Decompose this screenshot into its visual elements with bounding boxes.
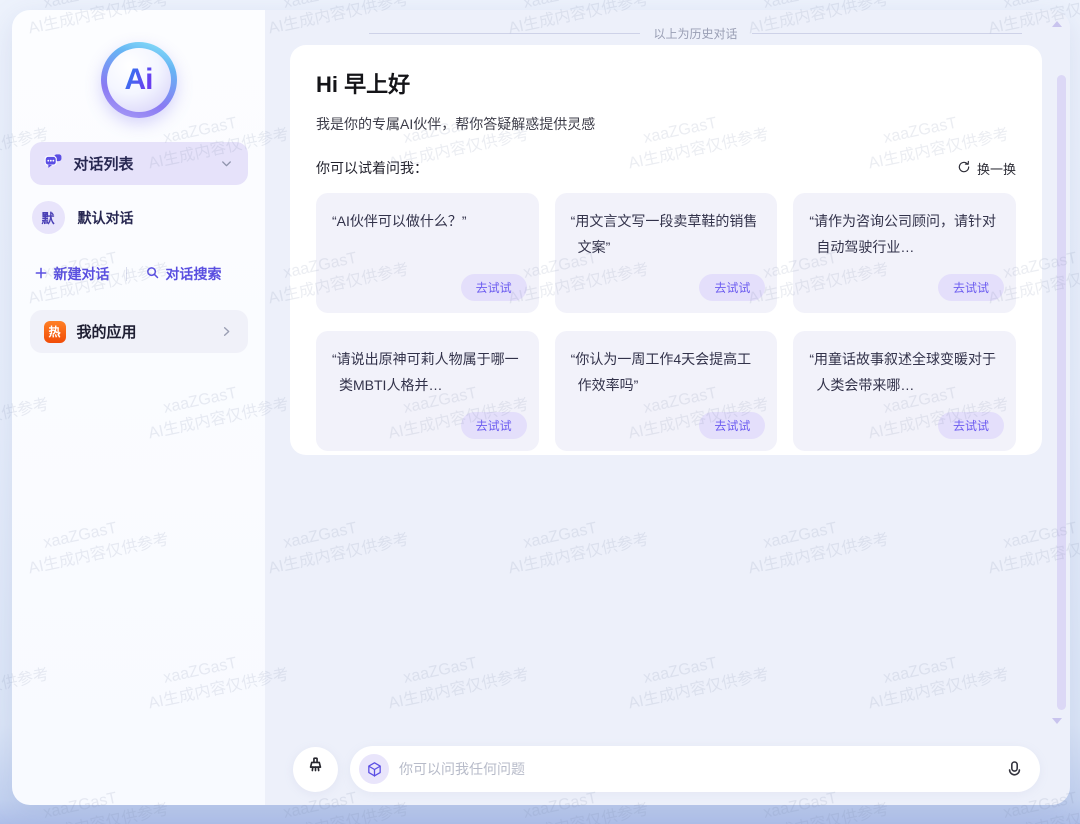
clear-conversation-button[interactable] [293,747,338,792]
prompt-label: 你可以试着问我： [316,158,428,178]
try-it-button[interactable]: 去试试 [461,274,527,301]
broom-icon [305,756,326,782]
app-logo: Ai [101,42,177,118]
chat-bubble-icon [44,152,63,176]
suggestion-grid: “AI伙伴可以做什么？” 去试试 “用文言文写一段卖草鞋的销售文案” 去试试 “… [316,193,1016,451]
suggestion-card[interactable]: “你认为一周工作4天会提高工作效率吗” 去试试 [555,331,778,451]
input-bar [293,746,1040,792]
history-divider-label: 以上为历史对话 [654,25,738,42]
plus-icon [34,266,48,283]
new-conversation-button[interactable]: 新建对话 [34,264,110,284]
history-divider: 以上为历史对话 [369,25,1022,42]
suggestion-card[interactable]: “AI伙伴可以做什么？” 去试试 [316,193,539,313]
sidebar: Ai 对话列表 默 默认对话 [12,10,265,805]
try-it-button[interactable]: 去试试 [461,412,527,439]
scrollbar-thumb[interactable] [1057,75,1066,710]
suggestion-card[interactable]: “用童话故事叙述全球变暖对于人类会带来哪… 去试试 [793,331,1016,451]
try-it-button[interactable]: 去试试 [938,412,1004,439]
greeting-title: Hi 早上好 [316,67,1016,99]
my-apps-label: 我的应用 [77,321,137,342]
app-window: Ai 对话列表 默 默认对话 [12,10,1070,805]
prompt-row: 你可以试着问我： 换一换 [316,158,1016,178]
message-input-container [350,746,1040,792]
conversation-search-button[interactable]: 对话搜索 [145,264,222,284]
message-input[interactable] [399,761,995,777]
refresh-icon [957,160,971,177]
sidebar-item-default-conversation[interactable]: 默 默认对话 [30,201,248,234]
suggestion-card[interactable]: “用文言文写一段卖草鞋的销售文案” 去试试 [555,193,778,313]
scroll-down-arrow[interactable] [1052,718,1062,724]
chevron-down-icon [219,156,234,171]
greeting-card: Hi 早上好 我是你的专属AI伙伴，帮你答疑解惑提供灵感 你可以试着问我： 换一… [290,45,1042,455]
conversation-list-label: 对话列表 [74,153,134,174]
refresh-suggestions-button[interactable]: 换一换 [957,159,1016,178]
sidebar-item-my-apps[interactable]: 热 我的应用 [30,310,248,353]
greeting-subtitle: 我是你的专属AI伙伴，帮你答疑解惑提供灵感 [316,114,1016,134]
try-it-button[interactable]: 去试试 [699,274,765,301]
chevron-right-icon [219,324,234,339]
microphone-icon[interactable] [1005,760,1024,779]
sidebar-item-conversation-list[interactable]: 对话列表 [30,142,248,185]
suggestion-card[interactable]: “请说出原神可莉人物属于哪一类MBTI人格并… 去试试 [316,331,539,451]
divider [126,267,127,281]
main-panel: 以上为历史对话 Hi 早上好 我是你的专属AI伙伴，帮你答疑解惑提供灵感 你可以… [265,10,1070,805]
try-it-button[interactable]: 去试试 [938,274,1004,301]
scroll-up-arrow[interactable] [1052,21,1062,27]
conversation-avatar: 默 [32,201,65,234]
search-icon [145,265,160,283]
logo-text: Ai [125,63,153,97]
default-conversation-label: 默认对话 [78,208,134,228]
suggestion-card[interactable]: “请作为咨询公司顾问，请针对自动驾驶行业… 去试试 [793,193,1016,313]
hot-icon: 热 [44,321,66,343]
sidebar-links: 新建对话 对话搜索 [30,264,248,284]
assistant-cube-icon [359,754,389,784]
try-it-button[interactable]: 去试试 [699,412,765,439]
